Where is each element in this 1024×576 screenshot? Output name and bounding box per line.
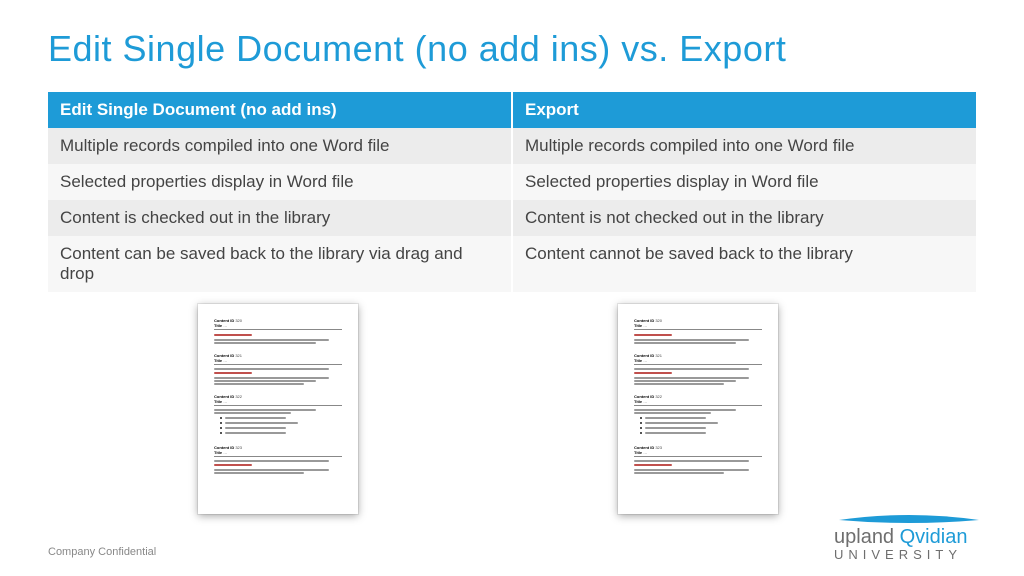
col-header-right: Export [512,92,976,128]
table-row: Selected properties display in Word file… [48,164,976,200]
brand-subtitle: UNIVERSITY [834,547,984,562]
table-row: Multiple records compiled into one Word … [48,128,976,164]
comparison-table: Edit Single Document (no add ins) Export… [48,92,976,292]
brand-wordmark: upland Qvidian [834,526,984,549]
cell: Multiple records compiled into one Word … [48,128,512,164]
cell: Multiple records compiled into one Word … [512,128,976,164]
thumbnail-row: Content ID 320Title … Content ID 321Titl… [48,304,976,514]
cell: Content is not checked out in the librar… [512,200,976,236]
word-document-thumbnail: Content ID 320Title … Content ID 321Titl… [618,304,778,514]
col-header-left: Edit Single Document (no add ins) [48,92,512,128]
swoosh-icon [834,514,984,528]
cell: Content cannot be saved back to the libr… [512,236,976,292]
brand-logo: upland Qvidian UNIVERSITY [834,514,984,562]
cell: Content can be saved back to the library… [48,236,512,292]
brand-word-upland: upland [834,526,894,548]
cell: Selected properties display in Word file [512,164,976,200]
page-title: Edit Single Document (no add ins) vs. Ex… [48,28,976,70]
brand-word-qvidian: Qvidian [900,526,968,548]
cell: Content is checked out in the library [48,200,512,236]
slide: Edit Single Document (no add ins) vs. Ex… [0,0,1024,576]
table-row: Content is checked out in the library Co… [48,200,976,236]
table-row: Content can be saved back to the library… [48,236,976,292]
cell: Selected properties display in Word file [48,164,512,200]
word-document-thumbnail: Content ID 320Title … Content ID 321Titl… [198,304,358,514]
footer-confidential: Company Confidential [48,546,156,558]
